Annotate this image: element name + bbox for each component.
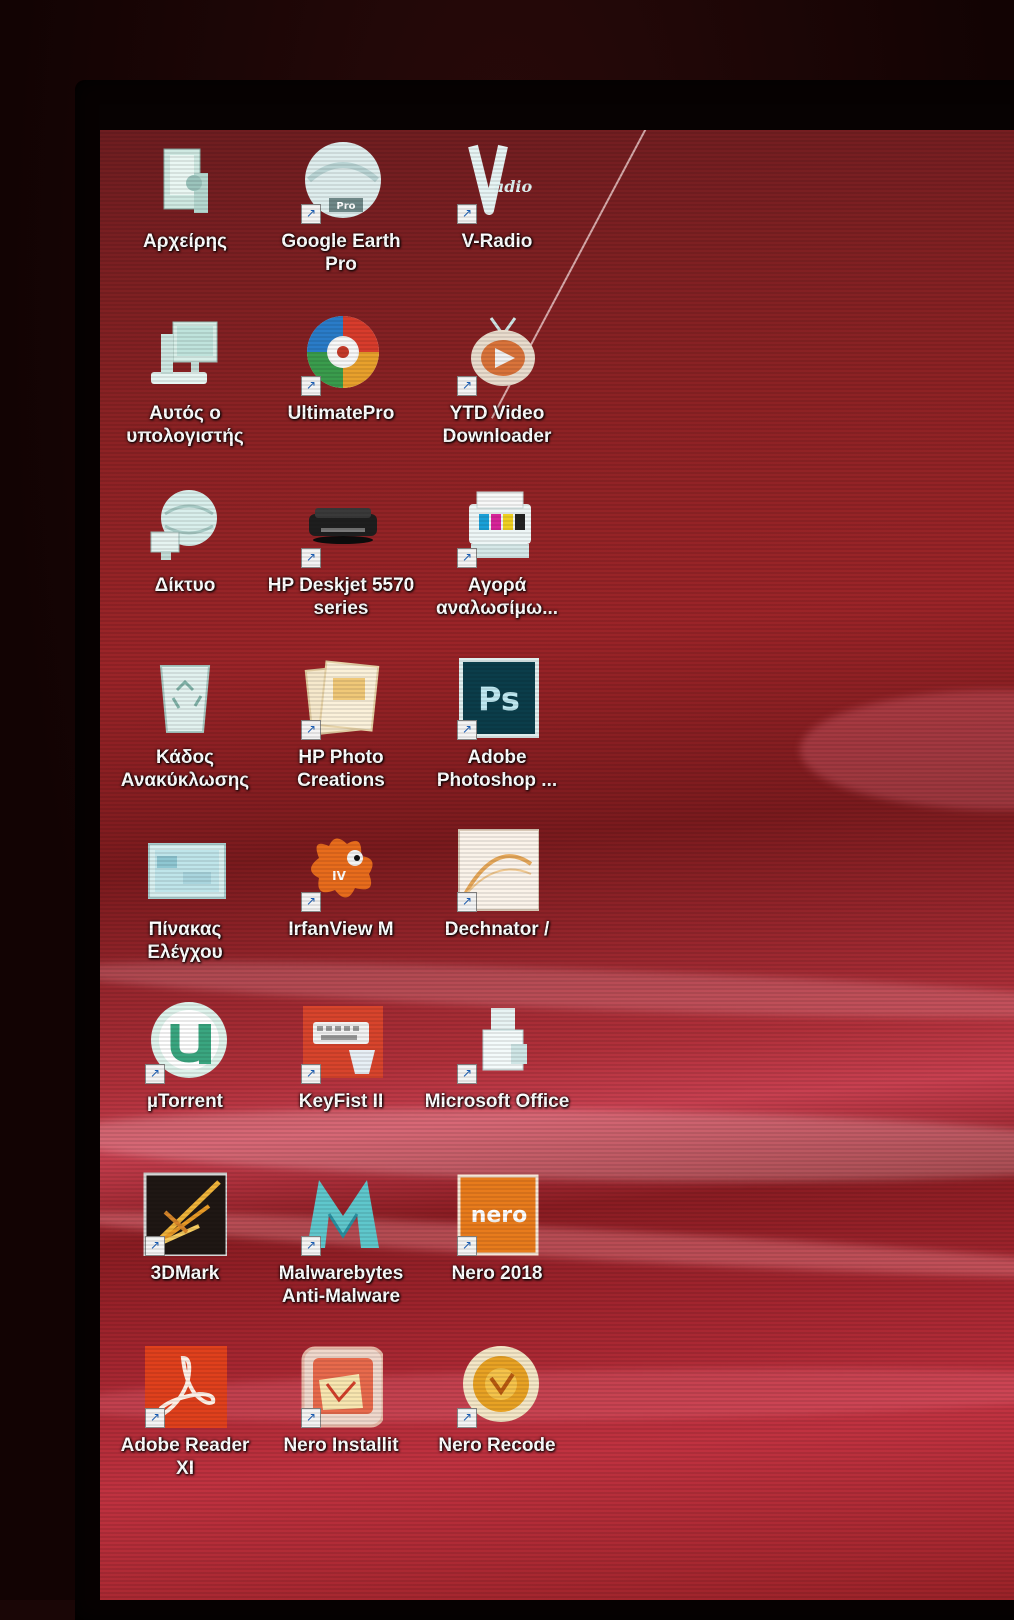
shortcut-arrow-icon: ↗ (145, 1236, 165, 1256)
malwarebytes-icon: ↗ (299, 1172, 383, 1256)
desktop-icon-ultimatepro[interactable]: ↗ UltimatePro (266, 312, 416, 484)
v-radio-icon: adio ↗ (455, 140, 539, 224)
shortcut-arrow-icon: ↗ (301, 720, 321, 740)
icon-label: 3DMark (150, 1263, 220, 1284)
shortcut-arrow-icon: ↗ (457, 892, 477, 912)
nero-icon: nero ↗ (455, 1172, 539, 1256)
desktop-icon-ytd-video-downloader[interactable]: ↗ YTD Video Downloader (422, 312, 572, 484)
desktop-icon-microsoft-office[interactable]: ↗ Microsoft Office (422, 1000, 572, 1172)
shortcut-arrow-icon: ↗ (145, 1064, 165, 1084)
icon-label: Κάδος Ανακύκλωσης (120, 747, 250, 791)
desktop-icon-malwarebytes[interactable]: ↗ Malwarebytes Anti-Malware (266, 1172, 416, 1344)
icon-label: Microsoft Office (424, 1091, 570, 1112)
network-globe-icon (143, 484, 227, 568)
desktop-icon-utorrent[interactable]: ↗ µTorrent (110, 1000, 260, 1172)
desktop-icon-control-panel[interactable]: Πίνακας Ελέγχου (110, 828, 260, 1000)
shortcut-arrow-icon: ↗ (301, 892, 321, 912)
desktop-icon-v-radio[interactable]: adio ↗ V-Radio (422, 140, 572, 312)
icon-label: Adobe Reader XI (120, 1435, 250, 1479)
desktop-icon-document[interactable]: ↗ Dechnator / (422, 828, 572, 1000)
icon-label: Google Earth Pro (281, 231, 401, 275)
icon-label: Nero 2018 (451, 1263, 543, 1284)
desktop-icon-adobe-reader[interactable]: ↗ Adobe Reader XI (110, 1344, 260, 1516)
desktop-icon-adobe-photoshop[interactable]: Ps ↗ Adobe Photoshop ... (422, 656, 572, 828)
printer-supplies-icon: ↗ (455, 484, 539, 568)
icon-label: KeyFist II (298, 1091, 384, 1112)
desktop-icon-nero-2018[interactable]: nero ↗ Nero 2018 (422, 1172, 572, 1344)
shortcut-arrow-icon: ↗ (301, 1236, 321, 1256)
desktop-icon-irfanview[interactable]: IV ↗ IrfanView M (266, 828, 416, 1000)
desktop-icon-google-earth-pro[interactable]: Pro ↗ Google Earth Pro (266, 140, 416, 312)
icon-label: Nero Recode (438, 1435, 556, 1456)
shortcut-arrow-icon: ↗ (457, 548, 477, 568)
printer-icon: ↗ (299, 484, 383, 568)
adobe-reader-icon: ↗ (143, 1344, 227, 1428)
photoshop-icon: Ps ↗ (455, 656, 539, 740)
nero-recode-icon: ↗ (455, 1344, 539, 1428)
desktop-icon-user-folder[interactable]: Αρχείρης (110, 140, 260, 312)
icon-label: µTorrent (146, 1091, 224, 1112)
photoshop-badge-text: Ps (478, 680, 520, 718)
shortcut-arrow-icon: ↗ (457, 1064, 477, 1084)
computer-icon (143, 312, 227, 396)
desktop-icon-hp-photo-creations[interactable]: ↗ HP Photo Creations (266, 656, 416, 828)
icon-label: Πίνακας Ελέγχου (147, 919, 223, 963)
keyboard-icon: ↗ (299, 1000, 383, 1084)
icon-label: Αρχείρης (143, 231, 227, 252)
icon-label: YTD Video Downloader (442, 403, 552, 447)
shortcut-arrow-icon: ↗ (145, 1408, 165, 1428)
shortcut-arrow-icon: ↗ (457, 1236, 477, 1256)
icon-label: Malwarebytes Anti-Malware (278, 1263, 404, 1307)
shortcut-arrow-icon: ↗ (457, 720, 477, 740)
nero-install-icon: ↗ (299, 1344, 383, 1428)
document-icon: ↗ (455, 828, 539, 912)
wallpaper-streak (800, 690, 1014, 810)
svg-text:adio: adio (494, 177, 533, 196)
desktop-screen: Αρχείρης Pro ↗ Google Earth Pro adio ↗ V… (100, 130, 1014, 1600)
icon-label: UltimatePro (287, 403, 395, 424)
icon-label: Αυτός ο υπολογιστής (126, 403, 244, 447)
3dmark-icon: ↗ (143, 1172, 227, 1256)
icon-label: Dechnator / (444, 919, 550, 940)
desktop-icon-nero-recode[interactable]: ↗ Nero Recode (422, 1344, 572, 1516)
desktop-icon-this-pc[interactable]: Αυτός ο υπολογιστής (110, 312, 260, 484)
shortcut-arrow-icon: ↗ (301, 204, 321, 224)
recycle-bin-icon (143, 656, 227, 740)
utorrent-icon: ↗ (143, 1000, 227, 1084)
icon-label: Δίκτυο (154, 575, 216, 596)
shortcut-arrow-icon: ↗ (301, 1064, 321, 1084)
shortcut-arrow-icon: ↗ (457, 204, 477, 224)
shortcut-arrow-icon: ↗ (457, 1408, 477, 1428)
desktop-icon-keyfist[interactable]: ↗ KeyFist II (266, 1000, 416, 1172)
office-folder-icon: ↗ (455, 1000, 539, 1084)
ytd-downloader-icon: ↗ (455, 312, 539, 396)
icon-label: Adobe Photoshop ... (436, 747, 558, 791)
desktop-icon-network[interactable]: Δίκτυο (110, 484, 260, 656)
shortcut-arrow-icon: ↗ (301, 1408, 321, 1428)
google-earth-icon: Pro ↗ (299, 140, 383, 224)
irfanview-icon: IV ↗ (299, 828, 383, 912)
control-panel-icon (143, 828, 227, 912)
desktop-icon-3dmark[interactable]: ↗ 3DMark (110, 1172, 260, 1344)
nero-badge-text: nero (471, 1203, 528, 1228)
shortcut-arrow-icon: ↗ (457, 376, 477, 396)
shortcut-arrow-icon: ↗ (301, 548, 321, 568)
desktop-icon-grid: Αρχείρης Pro ↗ Google Earth Pro adio ↗ V… (110, 140, 572, 1516)
icon-label: HP Deskjet 5570 series (267, 575, 415, 619)
desktop-icon-buy-supplies[interactable]: ↗ Αγορά αναλωσίμω... (422, 484, 572, 656)
icon-label: HP Photo Creations (297, 747, 385, 791)
shortcut-arrow-icon: ↗ (301, 376, 321, 396)
icon-label: V-Radio (461, 231, 533, 252)
desktop-icon-nero-installit[interactable]: ↗ Nero Installit (266, 1344, 416, 1516)
desktop-icon-hp-deskjet[interactable]: ↗ HP Deskjet 5570 series (266, 484, 416, 656)
svg-text:Pro: Pro (336, 201, 355, 212)
desktop-icon-recycle-bin[interactable]: Κάδος Ανακύκλωσης (110, 656, 260, 828)
svg-text:IV: IV (332, 869, 346, 883)
icon-label: Nero Installit (283, 1435, 399, 1456)
lifebuoy-icon: ↗ (299, 312, 383, 396)
user-folder-icon (143, 140, 227, 224)
icon-label: IrfanView M (288, 919, 394, 940)
icon-label: Αγορά αναλωσίμω... (435, 575, 559, 619)
photo-creations-icon: ↗ (299, 656, 383, 740)
